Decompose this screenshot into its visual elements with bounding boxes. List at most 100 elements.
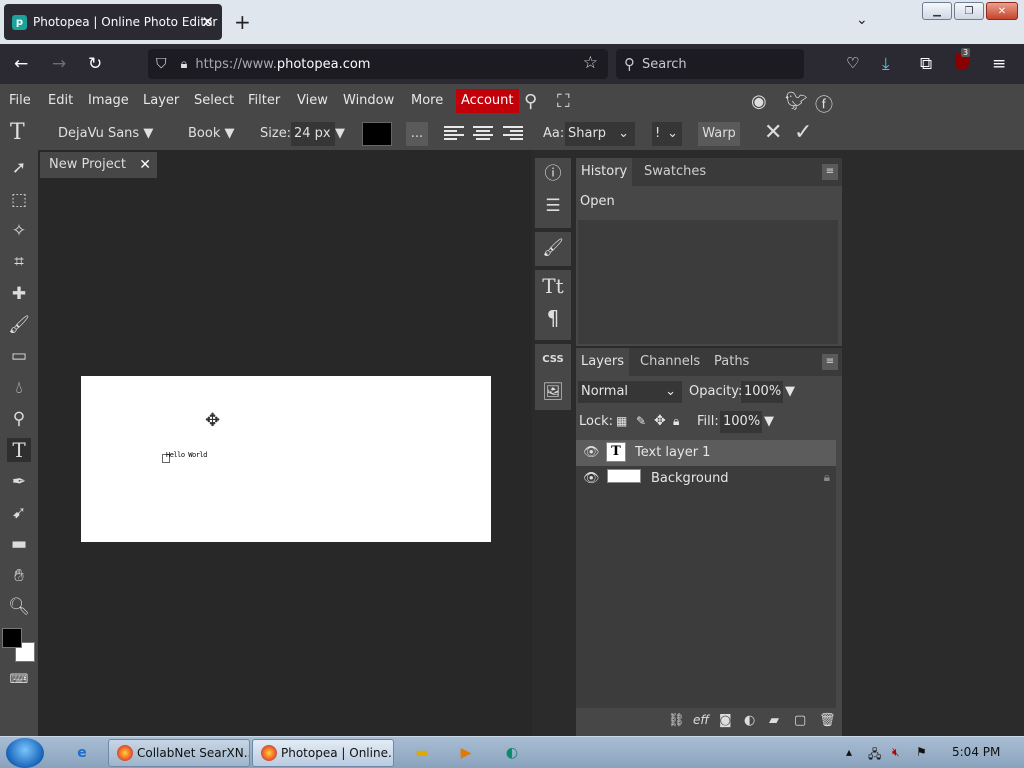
- menu-layer[interactable]: Layer: [143, 93, 179, 108]
- taskbar-button-searxng[interactable]: CollabNet SearXN...: [108, 739, 250, 767]
- blend-mode-dropdown[interactable]: Normal ⌄: [578, 381, 682, 403]
- layer-row-background[interactable]: 👁︎ Background 🔒︎: [576, 466, 836, 492]
- panel-menu-icon[interactable]: ≡: [822, 354, 838, 370]
- opacity-input[interactable]: 100%: [741, 381, 783, 403]
- tab-history[interactable]: History: [576, 158, 633, 186]
- extensions-icon[interactable]: ⧉: [920, 54, 932, 74]
- gradient-tool-icon[interactable]: ▭: [7, 344, 31, 368]
- pen-tool-icon[interactable]: ✒: [7, 470, 31, 494]
- close-document-icon[interactable]: ✕: [139, 152, 151, 178]
- cancel-x-icon[interactable]: ✕: [764, 120, 782, 145]
- hand-tool-icon[interactable]: ✋︎: [7, 564, 31, 588]
- move-tool-icon[interactable]: ➚: [7, 156, 31, 180]
- menu-window[interactable]: Window: [343, 93, 394, 108]
- lock-position-icon[interactable]: ✥: [654, 413, 666, 429]
- menu-filter[interactable]: Filter: [248, 93, 280, 108]
- image-icon[interactable]: 🖼︎: [535, 376, 571, 408]
- restore-button[interactable]: ❐: [954, 2, 984, 20]
- align-center-icon[interactable]: [473, 126, 493, 142]
- media-player-icon[interactable]: ▶: [456, 743, 476, 763]
- adjustment-layer-icon[interactable]: ◐: [744, 713, 755, 728]
- shape-tool-icon[interactable]: ▬: [7, 532, 31, 556]
- panel-menu-icon[interactable]: ≡: [822, 164, 838, 180]
- network-icon[interactable]: 🖧︎: [868, 745, 881, 766]
- more-options-button[interactable]: ...: [406, 122, 428, 146]
- show-hidden-icons-icon[interactable]: ▴: [846, 745, 852, 759]
- warp-button[interactable]: Warp: [698, 122, 740, 146]
- canvas[interactable]: [81, 376, 491, 542]
- tab-swatches[interactable]: Swatches: [639, 158, 711, 186]
- crop-tool-icon[interactable]: ⌗: [7, 250, 31, 274]
- opacity-dropdown-arrow-icon[interactable]: ▼: [785, 384, 795, 399]
- padlock-icon[interactable]: 🔒︎: [181, 57, 188, 72]
- reddit-icon[interactable]: ◉: [751, 91, 767, 112]
- menu-edit[interactable]: Edit: [48, 93, 73, 108]
- site-info-shield-icon[interactable]: ⛉: [156, 56, 167, 72]
- zoom-tool-icon[interactable]: 🔍︎: [7, 595, 31, 619]
- app-icon[interactable]: ◐: [502, 743, 522, 763]
- forward-arrow-icon[interactable]: →: [52, 54, 66, 74]
- font-size-input[interactable]: 24 px: [291, 122, 335, 146]
- add-mask-icon[interactable]: ◙: [719, 713, 732, 728]
- browser-tab-photopea[interactable]: p Photopea | Online Photo Editor ✕: [4, 4, 222, 40]
- ublock-icon[interactable]: 3: [955, 48, 971, 74]
- fill-dropdown-arrow-icon[interactable]: ▼: [764, 414, 774, 429]
- keyboard-icon[interactable]: ⌨: [7, 668, 31, 692]
- layer-effects-icon[interactable]: eff: [693, 713, 709, 727]
- url-bar[interactable]: ⛉ 🔒︎ https://www. photopea.com ☆: [148, 49, 608, 79]
- menu-file[interactable]: File: [9, 93, 31, 108]
- commit-check-icon[interactable]: ✓: [794, 120, 812, 145]
- fullscreen-icon[interactable]: ⛶: [557, 91, 570, 112]
- lock-icon[interactable]: 🔒︎: [824, 470, 830, 485]
- clock[interactable]: 5:04 PM: [952, 745, 1000, 759]
- path-select-tool-icon[interactable]: ➹: [7, 501, 31, 525]
- twitter-icon[interactable]: 🐦︎: [785, 91, 808, 112]
- facebook-icon[interactable]: ⓕ: [815, 91, 833, 117]
- account-button[interactable]: Account: [456, 89, 519, 113]
- font-size-dropdown-arrow-icon[interactable]: ▼: [335, 126, 345, 141]
- healing-tool-icon[interactable]: ✚: [7, 282, 31, 306]
- character-icon[interactable]: Tt: [535, 270, 571, 302]
- downloads-icon[interactable]: ⤓: [882, 54, 890, 74]
- adjustments-icon[interactable]: ☰: [535, 190, 571, 222]
- hamburger-menu-icon[interactable]: ≡: [992, 54, 1006, 74]
- search-bar[interactable]: ⚲ Search: [616, 49, 804, 79]
- menu-more[interactable]: More: [411, 93, 443, 108]
- menu-select[interactable]: Select: [194, 93, 234, 108]
- brush-settings-icon[interactable]: 🖌︎: [535, 232, 571, 264]
- history-entry[interactable]: Open: [580, 194, 615, 209]
- dodge-tool-icon[interactable]: ⚲: [7, 407, 31, 431]
- text-color-swatch[interactable]: [362, 122, 392, 146]
- taskbar-button-photopea[interactable]: Photopea | Online...: [252, 739, 394, 767]
- canvas-text-layer[interactable]: Hello World: [166, 451, 207, 459]
- antialias-dropdown[interactable]: Sharp ⌄: [565, 122, 635, 146]
- eye-icon[interactable]: 👁︎: [583, 471, 600, 486]
- foreground-color-swatch[interactable]: [2, 628, 22, 648]
- document-tab[interactable]: New Project ✕: [40, 152, 157, 178]
- blur-tool-icon[interactable]: 💧︎: [7, 376, 31, 400]
- fill-input[interactable]: 100%: [720, 411, 762, 433]
- lock-transparency-icon[interactable]: ▦: [616, 414, 627, 428]
- tab-channels[interactable]: Channels: [635, 348, 705, 376]
- eye-icon[interactable]: 👁︎: [583, 445, 600, 460]
- minimize-button[interactable]: ▁: [922, 2, 952, 20]
- lock-all-icon[interactable]: 🔒︎: [673, 414, 679, 429]
- new-layer-icon[interactable]: ▢: [794, 713, 806, 728]
- layer-row-text[interactable]: 👁︎ T Text layer 1: [576, 440, 836, 466]
- search-icon[interactable]: ⚲: [524, 91, 537, 112]
- magic-wand-tool-icon[interactable]: ✧: [7, 219, 31, 243]
- new-tab-button[interactable]: +: [234, 10, 251, 34]
- tab-layers[interactable]: Layers: [576, 348, 630, 376]
- back-arrow-icon[interactable]: ←: [14, 54, 28, 74]
- close-tab-icon[interactable]: ✕: [201, 13, 214, 31]
- font-family-dropdown[interactable]: DejaVu Sans ▼: [58, 126, 153, 141]
- delete-layer-icon[interactable]: 🗑︎: [819, 713, 836, 728]
- tab-list-chevron-icon[interactable]: ⌄: [856, 12, 868, 28]
- link-layers-icon[interactable]: ⛓: [668, 713, 685, 728]
- align-right-icon[interactable]: [503, 126, 523, 142]
- info-icon[interactable]: ⓘ: [535, 158, 571, 190]
- small-dropdown[interactable]: ! ⌄: [652, 122, 682, 146]
- internet-explorer-icon[interactable]: e: [72, 743, 92, 763]
- type-tool-icon[interactable]: T: [7, 438, 31, 462]
- font-style-dropdown[interactable]: Book ▼: [188, 126, 235, 141]
